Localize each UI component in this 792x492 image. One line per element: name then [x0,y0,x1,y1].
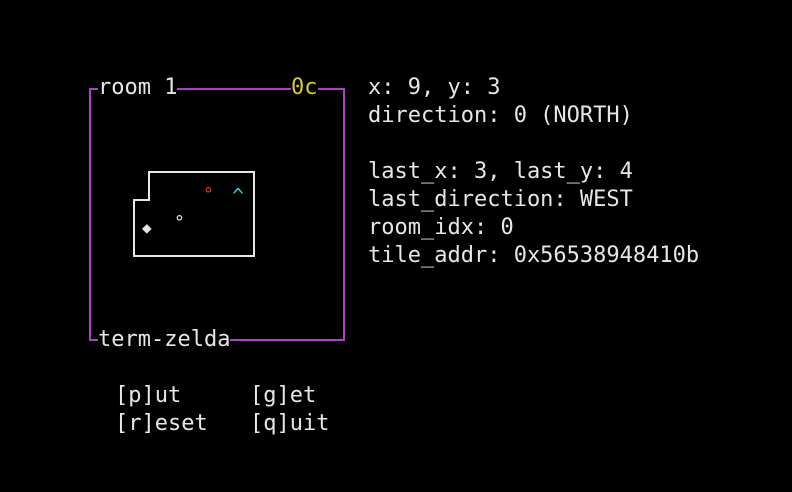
tile-addr-readout: tile_addr: 0x56538948410b [368,243,700,268]
room-counter: 0c [291,74,318,102]
frame-right-border [343,88,345,341]
direction-readout: direction: 0 (NORTH) [368,103,633,128]
map-wall-top [148,171,255,173]
quit-command[interactable]: [q]uit [250,410,329,438]
enemy-icon: ° [203,184,214,205]
map-wall-right [253,171,255,257]
map-wall-step-vertical [148,171,150,201]
reset-command[interactable]: [r]eset [115,410,208,438]
app-title: term-zelda [98,326,231,354]
frame-left-border [89,88,91,341]
room-idx-readout: room_idx: 0 [368,215,514,240]
item-diamond-icon: ◆ [142,218,152,237]
put-command[interactable]: [p]ut [115,382,181,410]
get-command[interactable]: [g]et [250,382,316,410]
map-wall-bottom [133,255,255,257]
room-title: room 1 [98,74,178,102]
map-wall-left [133,199,135,257]
position-readout: x: 9, y: 3 [368,75,501,100]
pot-icon: ° [174,212,185,233]
player-icon: ^ [232,184,245,208]
last-direction-readout: last_direction: WEST [368,187,633,212]
last-position-readout: last_x: 3, last_y: 4 [368,159,633,184]
